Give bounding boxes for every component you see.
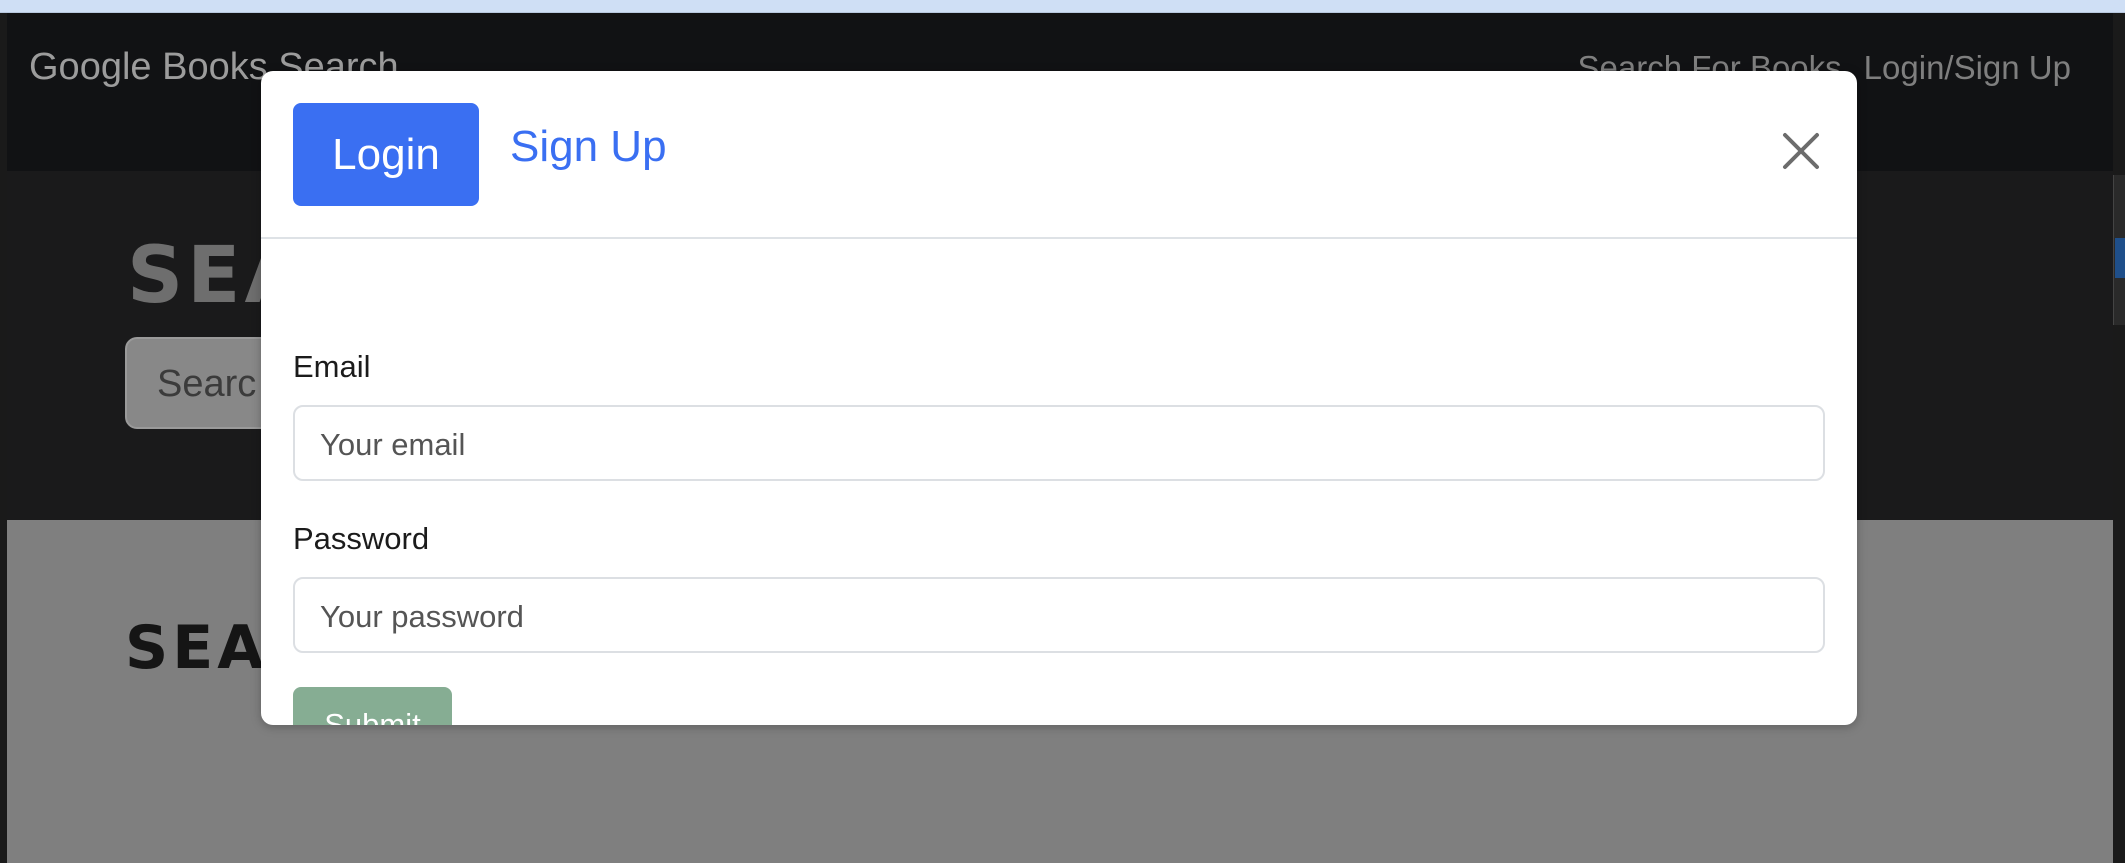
login-modal: Login Sign Up Email Your email Password … xyxy=(261,71,1857,725)
browser-top-strip xyxy=(0,0,2125,13)
email-label: Email xyxy=(293,349,371,384)
password-placeholder: Your password xyxy=(320,599,524,634)
tab-signup[interactable]: Sign Up xyxy=(510,122,667,172)
password-label: Password xyxy=(293,521,430,556)
side-panel-accent xyxy=(2115,238,2125,278)
close-icon[interactable] xyxy=(1781,131,1821,171)
submit-button[interactable]: Submit xyxy=(293,687,452,725)
tab-login[interactable]: Login xyxy=(293,103,479,206)
modal-header: Login Sign Up xyxy=(261,71,1857,239)
left-gutter xyxy=(0,13,7,863)
results-title: SEA xyxy=(125,613,268,683)
password-field[interactable]: Your password xyxy=(293,577,1825,653)
nav-login-link[interactable]: Login/Sign Up xyxy=(1864,49,2071,87)
hero-search-placeholder: Searc xyxy=(157,363,257,405)
email-field[interactable]: Your email xyxy=(293,405,1825,481)
right-gutter xyxy=(2113,13,2125,863)
email-placeholder: Your email xyxy=(320,427,466,462)
